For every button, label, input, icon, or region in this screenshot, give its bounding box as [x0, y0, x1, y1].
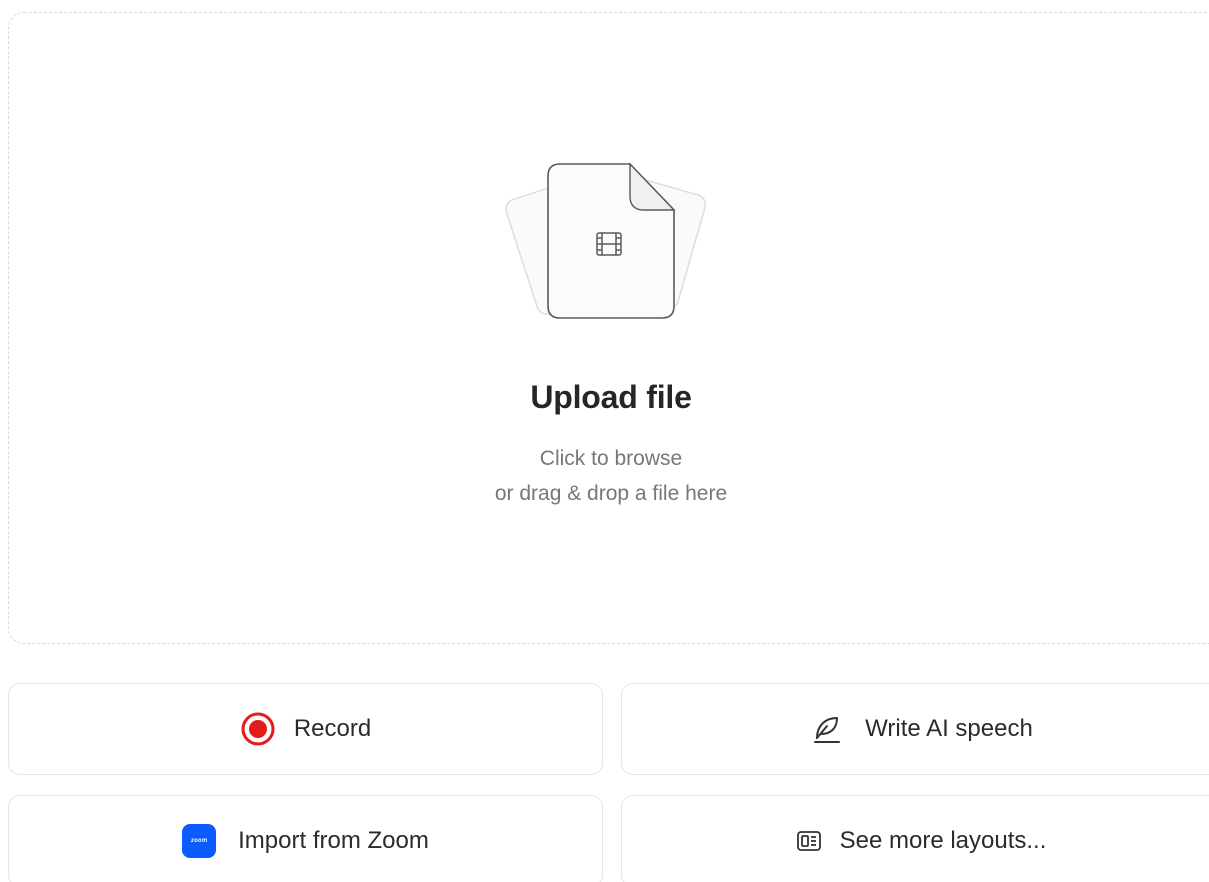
write-ai-speech-button[interactable]: Write AI speech [621, 683, 1209, 775]
upload-title: Upload file [530, 379, 692, 415]
see-more-layouts-button[interactable]: See more layouts... [621, 795, 1209, 882]
import-from-zoom-label: Import from Zoom [238, 827, 429, 854]
import-from-zoom-button[interactable]: zoom Import from Zoom [8, 795, 603, 882]
see-more-layouts-label: See more layouts... [839, 827, 1047, 854]
upload-page: Upload file Click to browse or drag & dr… [0, 0, 1209, 882]
record-button[interactable]: Record [8, 683, 603, 775]
zoom-logo-icon: zoom [182, 824, 217, 858]
layout-icon [796, 828, 822, 854]
upload-instructions: Click to browse or drag & drop a file he… [0, 441, 1209, 511]
upload-instruction-line-1[interactable]: Click to browse [0, 441, 1209, 476]
feather-pen-icon [809, 712, 843, 746]
write-ai-speech-label: Write AI speech [865, 715, 1033, 742]
record-button-label: Record [293, 715, 372, 742]
upload-instruction-line-2: or drag & drop a file here [494, 482, 728, 505]
film-file-icon [505, 162, 707, 319]
record-icon [240, 711, 276, 747]
upload-dropzone[interactable] [8, 12, 1209, 644]
